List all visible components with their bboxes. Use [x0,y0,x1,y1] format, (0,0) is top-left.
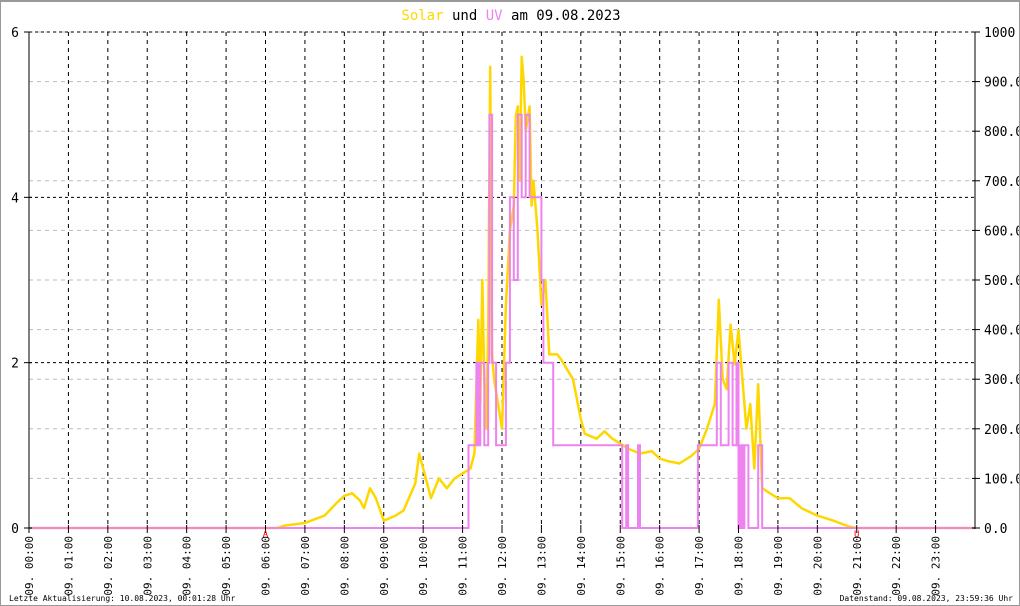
right-tick-label: 900.0 [984,76,1020,91]
title-solar: Solar [401,8,443,24]
last-update: Letzte Aktualisierung: 10.08.2023, 00:01… [9,594,236,603]
right-tick-label: 800.0 [984,125,1020,140]
x-tick-label: 09. 03:00 [141,536,154,596]
x-tick-label: 09. 16:00 [654,536,667,596]
x-tick-label: 09. 02:00 [102,536,115,596]
x-tick-label: 09. 05:00 [220,536,233,596]
left-tick-label: 2 [11,357,19,372]
left-tick-label: 0 [11,522,19,537]
right-tick-label: 1000 [984,26,1015,41]
data-status: Datenstand: 09.08.2023, 23:59:36 Uhr [839,594,1013,603]
x-tick-label: 09. 10:00 [417,536,430,596]
x-tick-label: 09. 18:00 [733,536,746,596]
x-tick-label: 09. 17:00 [693,536,706,596]
chart-container: Solar und UV am 09.08.2023 0.0 100.0 200.0… [0,0,1020,606]
x-tick-label: 09. 01:00 [62,536,75,596]
title-und: und [452,8,477,24]
x-tick-label: 09. 22:00 [890,536,903,596]
x-tick-label: 09. 07:00 [299,536,312,596]
x-tick-label: 09. 04:00 [181,536,194,596]
x-tick-label: 09. 21:00 [851,536,864,596]
right-tick-label: 600.0 [984,224,1020,239]
x-tick-label: 09. 00:00 [23,536,36,596]
x-tick-label: 09. 19:00 [772,536,785,596]
right-tick-label: 400.0 [984,324,1020,339]
right-tick-label: 700.0 [984,175,1020,190]
left-tick-label: 6 [11,26,19,41]
x-tick-label: 09. 08:00 [338,536,351,596]
title-uv: UV [486,8,503,24]
x-tick-label: 09. 09:00 [378,536,391,596]
x-tick-label: 09. 15:00 [614,536,627,596]
right-tick-label: 200.0 [984,423,1020,438]
x-tick-label: 09. 06:00 [260,536,273,596]
sun-marker-U: U [854,530,859,540]
left-tick-label: 4 [11,191,19,206]
chart-title: Solar und UV am 09.08.2023 [401,8,620,24]
right-tick-label: 500.0 [984,274,1020,289]
right-tick-label: 100.0 [984,472,1020,487]
solar-uv-chart: Solar und UV am 09.08.2023 0.0 100.0 200.0… [11,8,1020,596]
right-tick-label: 300.0 [984,373,1020,388]
x-tick-label: 09. 13:00 [535,536,548,596]
x-tick-label: 09. 20:00 [811,536,824,596]
x-tick-label: 09. 11:00 [457,536,470,596]
sun-marker-A: A [263,530,269,540]
x-tick-label: 09. 12:00 [496,536,509,596]
x-tick-label: 09. 23:00 [930,536,943,596]
right-tick-label: 0.0 [984,522,1007,537]
x-tick-label: 09. 14:00 [575,536,588,596]
title-date: am 09.08.2023 [511,8,621,24]
